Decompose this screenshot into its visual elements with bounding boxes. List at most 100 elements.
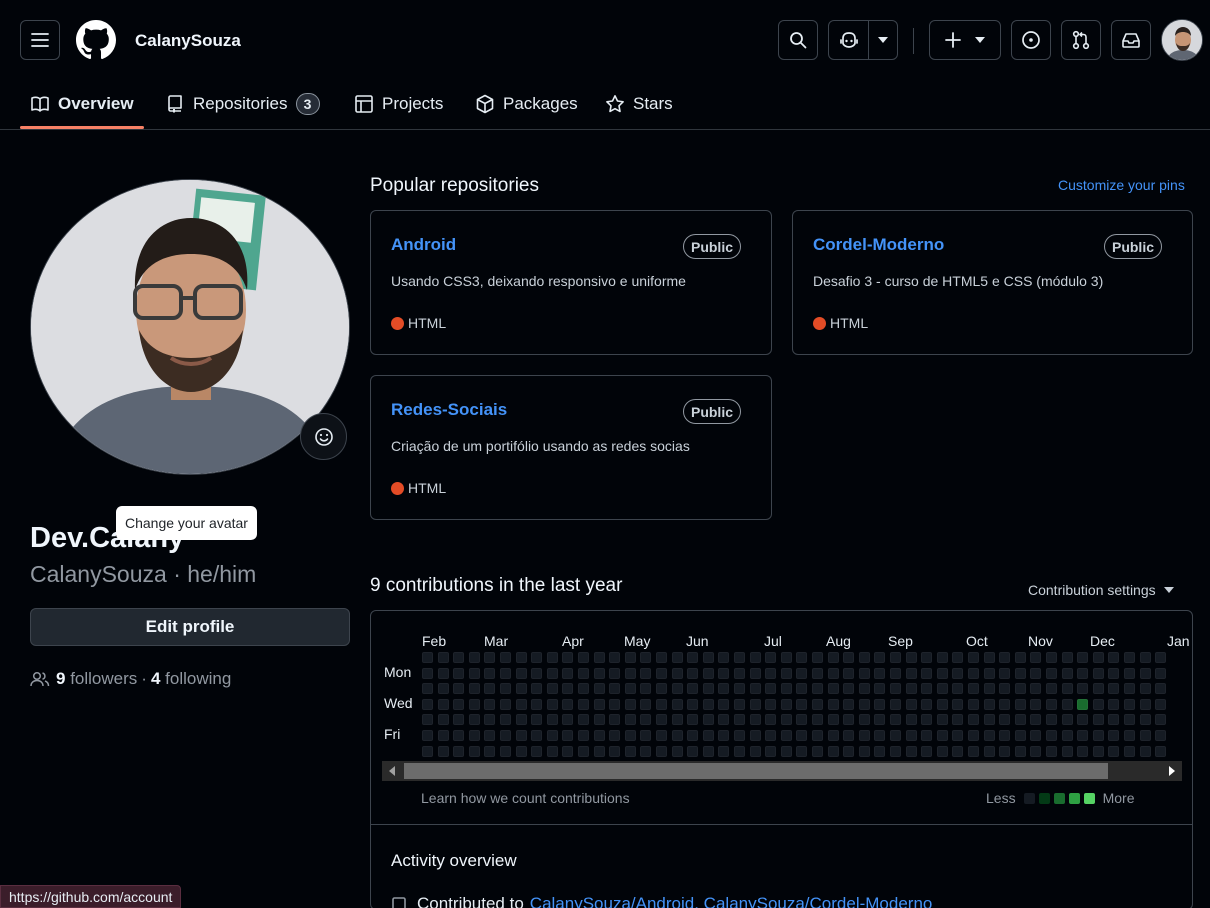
contribution-day-cell[interactable] <box>672 730 683 741</box>
contribution-day-cell[interactable] <box>921 652 932 663</box>
following-link[interactable]: 4 following <box>151 669 231 689</box>
contribution-day-cell[interactable] <box>781 746 792 757</box>
contribution-day-cell[interactable] <box>640 668 651 679</box>
contribution-day-cell[interactable] <box>547 699 558 710</box>
contributed-repos-links[interactable]: CalanySouza/Android, CalanySouza/Cordel-… <box>530 894 933 908</box>
contribution-day-cell[interactable] <box>516 668 527 679</box>
contribution-day-cell[interactable] <box>765 668 776 679</box>
contribution-day-cell[interactable] <box>734 699 745 710</box>
contribution-day-cell[interactable] <box>734 730 745 741</box>
contribution-day-cell[interactable] <box>750 746 761 757</box>
contribution-day-cell[interactable] <box>578 668 589 679</box>
contribution-day-cell[interactable] <box>874 683 885 694</box>
contribution-day-cell[interactable] <box>859 668 870 679</box>
contribution-day-cell[interactable] <box>968 746 979 757</box>
contribution-day-cell[interactable] <box>578 730 589 741</box>
contribution-day-cell[interactable] <box>843 714 854 725</box>
contribution-day-cell[interactable] <box>562 746 573 757</box>
contribution-day-cell[interactable] <box>422 668 433 679</box>
contribution-day-cell[interactable] <box>672 668 683 679</box>
contribution-day-cell[interactable] <box>1062 683 1073 694</box>
contribution-day-cell[interactable] <box>562 730 573 741</box>
contribution-day-cell[interactable] <box>500 683 511 694</box>
contribution-day-cell[interactable] <box>578 714 589 725</box>
contribution-day-cell[interactable] <box>672 746 683 757</box>
contribution-day-cell[interactable] <box>859 699 870 710</box>
contribution-day-cell[interactable] <box>469 730 480 741</box>
contribution-day-cell[interactable] <box>796 746 807 757</box>
graph-scrollbar[interactable] <box>382 761 1182 781</box>
contribution-day-cell[interactable] <box>1155 683 1166 694</box>
contribution-day-cell[interactable] <box>609 714 620 725</box>
contribution-day-cell[interactable] <box>1015 699 1026 710</box>
contribution-day-cell[interactable] <box>672 683 683 694</box>
contribution-day-cell[interactable] <box>968 668 979 679</box>
scrollbar-thumb[interactable] <box>404 763 1108 779</box>
contribution-day-cell[interactable] <box>578 683 589 694</box>
contribution-day-cell[interactable] <box>547 714 558 725</box>
followers-link[interactable]: 9 followers <box>56 669 137 689</box>
contribution-day-cell[interactable] <box>640 683 651 694</box>
contribution-settings-button[interactable]: Contribution settings <box>1028 582 1174 598</box>
contribution-day-cell[interactable] <box>1015 730 1026 741</box>
contribution-day-cell[interactable] <box>1015 652 1026 663</box>
contribution-day-cell[interactable] <box>1046 699 1057 710</box>
contribution-day-cell[interactable] <box>1108 652 1119 663</box>
contribution-day-cell[interactable] <box>609 730 620 741</box>
contribution-day-cell[interactable] <box>1108 699 1119 710</box>
contribution-day-cell[interactable] <box>625 730 636 741</box>
contribution-day-cell[interactable] <box>937 714 948 725</box>
contribution-day-cell[interactable] <box>531 746 542 757</box>
contribution-day-cell[interactable] <box>750 699 761 710</box>
contribution-day-cell[interactable] <box>999 652 1010 663</box>
contribution-day-cell[interactable] <box>422 746 433 757</box>
contribution-day-cell[interactable] <box>937 730 948 741</box>
contribution-day-cell[interactable] <box>874 699 885 710</box>
contribution-day-cell[interactable] <box>812 714 823 725</box>
contribution-day-cell[interactable] <box>1077 746 1088 757</box>
contribution-day-cell[interactable] <box>921 699 932 710</box>
contribution-day-cell[interactable] <box>890 683 901 694</box>
contribution-day-cell[interactable] <box>718 714 729 725</box>
contribution-day-cell[interactable] <box>578 699 589 710</box>
contribution-day-cell[interactable] <box>422 683 433 694</box>
contribution-day-cell[interactable] <box>1077 699 1088 710</box>
contribution-day-cell[interactable] <box>484 746 495 757</box>
contribution-day-cell[interactable] <box>937 683 948 694</box>
contribution-day-cell[interactable] <box>890 730 901 741</box>
contribution-day-cell[interactable] <box>859 683 870 694</box>
contribution-day-cell[interactable] <box>640 652 651 663</box>
contribution-day-cell[interactable] <box>874 652 885 663</box>
contribution-day-cell[interactable] <box>1030 714 1041 725</box>
contribution-day-cell[interactable] <box>1062 746 1073 757</box>
tab-projects[interactable]: Projects <box>354 80 443 128</box>
contribution-day-cell[interactable] <box>516 746 527 757</box>
contribution-day-cell[interactable] <box>703 683 714 694</box>
contribution-day-cell[interactable] <box>1093 730 1104 741</box>
contribution-day-cell[interactable] <box>1046 730 1057 741</box>
contribution-day-cell[interactable] <box>796 652 807 663</box>
contribution-day-cell[interactable] <box>999 683 1010 694</box>
contribution-day-cell[interactable] <box>781 699 792 710</box>
contribution-day-cell[interactable] <box>547 683 558 694</box>
contribution-day-cell[interactable] <box>562 652 573 663</box>
contribution-day-cell[interactable] <box>687 714 698 725</box>
pull-requests-button[interactable] <box>1061 20 1101 60</box>
contribution-day-cell[interactable] <box>734 683 745 694</box>
contribution-day-cell[interactable] <box>781 714 792 725</box>
contribution-day-cell[interactable] <box>625 668 636 679</box>
contribution-day-cell[interactable] <box>1046 683 1057 694</box>
contribution-day-cell[interactable] <box>453 652 464 663</box>
contribution-day-cell[interactable] <box>687 730 698 741</box>
contribution-day-cell[interactable] <box>984 668 995 679</box>
contribution-day-cell[interactable] <box>718 699 729 710</box>
contribution-day-cell[interactable] <box>469 652 480 663</box>
contribution-day-cell[interactable] <box>438 683 449 694</box>
contribution-day-cell[interactable] <box>1108 668 1119 679</box>
repo-name-link[interactable]: Android <box>391 235 456 255</box>
contribution-day-cell[interactable] <box>765 699 776 710</box>
contribution-day-cell[interactable] <box>921 730 932 741</box>
contribution-day-cell[interactable] <box>765 652 776 663</box>
contribution-day-cell[interactable] <box>765 730 776 741</box>
github-logo-icon[interactable] <box>76 20 116 60</box>
